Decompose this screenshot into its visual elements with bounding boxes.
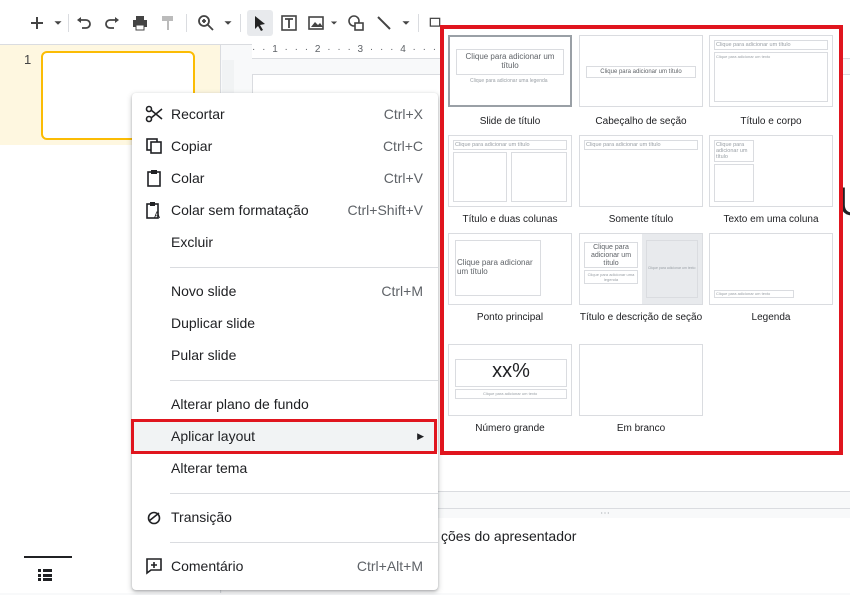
line-dropdown-icon[interactable]	[398, 10, 414, 36]
image-icon[interactable]	[305, 10, 327, 36]
layout-text-placeholder: Clique para adicionar um texto	[483, 391, 538, 396]
layout-title-slide[interactable]: Clique para adicionar um título Clique p…	[448, 35, 572, 107]
layout-title-two-columns[interactable]: Clique para adicionar um título	[448, 135, 572, 207]
menu-item-label: Excluir	[171, 234, 214, 250]
layout-blank[interactable]	[579, 344, 703, 416]
layout-caption: Em branco	[616, 423, 666, 434]
redo-icon[interactable]	[100, 10, 124, 36]
menu-item-label: Duplicar slide	[171, 315, 256, 331]
zoom-dropdown-icon[interactable]	[220, 10, 236, 36]
zoom-icon[interactable]	[194, 10, 218, 36]
menu-item-transition[interactable]: Transição	[132, 501, 438, 533]
menu-item-label: Colar sem formatação	[171, 202, 309, 218]
new-slide-dropdown-icon[interactable]	[50, 10, 66, 36]
menu-item-label: Recortar	[171, 106, 225, 122]
undo-icon[interactable]	[72, 10, 96, 36]
layout-caption: Título e duas colunas	[462, 214, 558, 225]
grid-view-icon[interactable]	[38, 568, 52, 586]
layout-caption: Legenda	[751, 312, 791, 323]
layout-title-placeholder: Clique para adicionar um título	[465, 52, 555, 70]
scissors-icon	[144, 104, 164, 124]
text-box-icon[interactable]	[276, 10, 302, 36]
layout-one-column-text[interactable]: Clique para adicionar um título	[709, 135, 833, 207]
menu-separator	[170, 542, 438, 543]
menu-item-skip-slide[interactable]: Pular slide	[132, 339, 438, 371]
layout-title-and-body[interactable]: Clique para adicionar um título Clique p…	[709, 35, 833, 107]
select-cursor-icon[interactable]	[247, 10, 273, 36]
layout-caption: Slide de título	[479, 116, 541, 127]
transition-icon	[144, 507, 164, 527]
menu-item-label: Colar	[171, 170, 205, 186]
layout-title-placeholder: Clique para adicionar um título	[716, 142, 748, 160]
menu-item-cut[interactable]: Recortar Ctrl+X	[132, 98, 438, 130]
menu-shortcut: Ctrl+X	[383, 106, 423, 122]
layout-section-header[interactable]: Clique para adicionar um título	[579, 35, 703, 107]
menu-item-duplicate-slide[interactable]: Duplicar slide	[132, 307, 438, 339]
layout-caption: Texto em uma coluna	[723, 214, 819, 225]
menu-item-label: Alterar tema	[171, 460, 248, 476]
paste-plain-icon: A	[144, 200, 164, 220]
menu-item-comment[interactable]: Comentário Ctrl+Alt+M	[132, 550, 438, 582]
menu-shortcut: Ctrl+V	[383, 170, 423, 186]
menu-item-delete[interactable]: Excluir	[132, 226, 438, 258]
layout-title-placeholder: Clique para adicionar um título	[716, 42, 791, 48]
svg-text:A: A	[154, 210, 160, 219]
layout-caption: Cabeçalho de seção	[595, 116, 687, 127]
menu-separator	[170, 267, 438, 268]
menu-item-label: Transição	[171, 509, 232, 525]
menu-item-new-slide[interactable]: Novo slide Ctrl+M	[132, 275, 438, 307]
layout-title-section-description[interactable]: Clique para adicionar um título Clique p…	[579, 233, 703, 305]
layout-caption: Título e corpo	[740, 116, 802, 127]
print-icon[interactable]	[128, 10, 152, 36]
paste-icon	[144, 168, 164, 188]
slide-number: 1	[24, 52, 32, 67]
menu-item-paste[interactable]: Colar Ctrl+V	[132, 162, 438, 194]
layout-caption-only[interactable]: Clique para adicionar um texto	[709, 233, 833, 305]
layout-subtitle-placeholder: Clique para adicionar uma legenda	[587, 272, 635, 282]
layout-big-number[interactable]: xx% Clique para adicionar um texto	[448, 344, 572, 416]
menu-item-copy[interactable]: Copiar Ctrl+C	[132, 130, 438, 162]
menu-separator	[170, 380, 438, 381]
layout-big-number-placeholder: xx%	[492, 360, 530, 382]
layout-subtitle-placeholder: Clique para adicionar uma legenda	[470, 78, 548, 84]
menu-item-label: Pular slide	[171, 347, 237, 363]
comment-icon	[144, 556, 164, 576]
layout-title-placeholder: Clique para adicionar um título	[455, 142, 530, 148]
layout-title-placeholder: Clique para adicionar um título	[586, 142, 661, 148]
menu-item-label: Copiar	[171, 138, 213, 154]
copy-icon	[144, 136, 164, 156]
layout-caption: Título e descrição de seção	[579, 312, 703, 323]
menu-shortcut: Ctrl+M	[381, 283, 423, 299]
line-icon[interactable]	[372, 10, 396, 36]
paint-format-icon[interactable]	[156, 10, 180, 36]
speaker-notes-placeholder: ções do apresentador	[441, 528, 577, 544]
layout-text-placeholder: Clique para adicionar um texto	[648, 266, 696, 270]
context-menu: Recortar Ctrl+X Copiar Ctrl+C Colar Ctrl…	[132, 93, 438, 590]
layout-caption: Ponto principal	[476, 312, 544, 323]
menu-shortcut: Ctrl+C	[382, 138, 423, 154]
layout-text-placeholder: Clique para adicionar um texto	[716, 54, 771, 59]
layouts-submenu: Clique para adicionar um título Clique p…	[440, 25, 843, 455]
shape-icon[interactable]	[344, 10, 368, 36]
menu-item-label: Comentário	[171, 558, 244, 574]
layout-text-placeholder: Clique para adicionar um texto	[716, 291, 771, 296]
layout-title-placeholder: Clique para adicionar um título	[600, 69, 682, 75]
menu-item-change-background[interactable]: Alterar plano de fundo	[132, 388, 438, 420]
image-dropdown-icon[interactable]	[327, 10, 341, 36]
menu-item-change-theme[interactable]: Alterar tema	[132, 452, 438, 484]
new-slide-plus-icon[interactable]	[24, 10, 50, 36]
menu-item-label: Novo slide	[171, 283, 237, 299]
layout-main-point[interactable]: Clique para adicionar um título	[448, 233, 572, 305]
menu-item-paste-without-formatting[interactable]: A Colar sem formatação Ctrl+Shift+V	[132, 194, 438, 226]
layout-caption: Número grande	[475, 423, 545, 434]
menu-separator	[170, 493, 438, 494]
layout-caption: Somente título	[608, 214, 674, 225]
layout-title-placeholder: Clique para adicionar um título	[590, 244, 632, 267]
layout-title-only[interactable]: Clique para adicionar um título	[579, 135, 703, 207]
apply-layout-highlight	[131, 419, 437, 454]
menu-item-label: Alterar plano de fundo	[171, 396, 309, 412]
layout-title-placeholder: Clique para adicionar um título	[457, 258, 533, 276]
menu-shortcut: Ctrl+Alt+M	[356, 558, 423, 574]
menu-shortcut: Ctrl+Shift+V	[347, 202, 423, 218]
